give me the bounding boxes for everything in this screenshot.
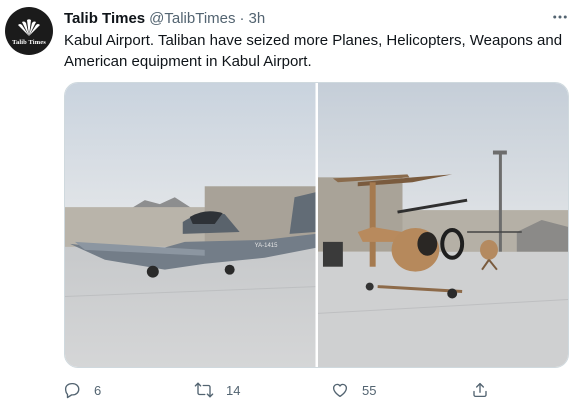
share-icon[interactable] <box>466 376 494 404</box>
airplane-photo[interactable]: YA-1415 <box>65 83 316 367</box>
avatar-brand-text: Talib Times <box>12 38 46 46</box>
retweet-action[interactable]: 14 <box>190 376 240 404</box>
tweet-header: Talib Times @TalibTimes · 3h <box>64 8 570 28</box>
retweet-count: 14 <box>226 382 241 398</box>
author-handle[interactable]: @TalibTimes <box>149 10 235 27</box>
tweet-timestamp[interactable]: 3h <box>249 10 266 27</box>
helicopter-photo[interactable] <box>317 83 568 367</box>
fan-logo-icon <box>18 18 40 36</box>
like-count: 55 <box>362 382 377 398</box>
separator-dot: · <box>239 9 245 27</box>
tweet-actions: 6 14 55 <box>58 376 528 404</box>
more-options-icon[interactable] <box>548 6 572 28</box>
tweet-text: Kabul Airport. Taliban have seized more … <box>64 32 563 70</box>
avatar[interactable]: Talib Times <box>5 7 53 55</box>
svg-text:YA-1415: YA-1415 <box>255 243 279 249</box>
reply-count: 6 <box>94 382 102 398</box>
author-name[interactable]: Talib Times <box>64 10 145 27</box>
tweet-media[interactable]: YA-1415 <box>64 82 569 368</box>
like-action[interactable]: 55 <box>326 376 376 404</box>
reply-action[interactable]: 6 <box>58 376 101 404</box>
reply-icon[interactable] <box>58 376 86 404</box>
share-action[interactable] <box>466 376 494 404</box>
retweet-icon[interactable] <box>190 376 218 404</box>
heart-icon[interactable] <box>326 376 354 404</box>
